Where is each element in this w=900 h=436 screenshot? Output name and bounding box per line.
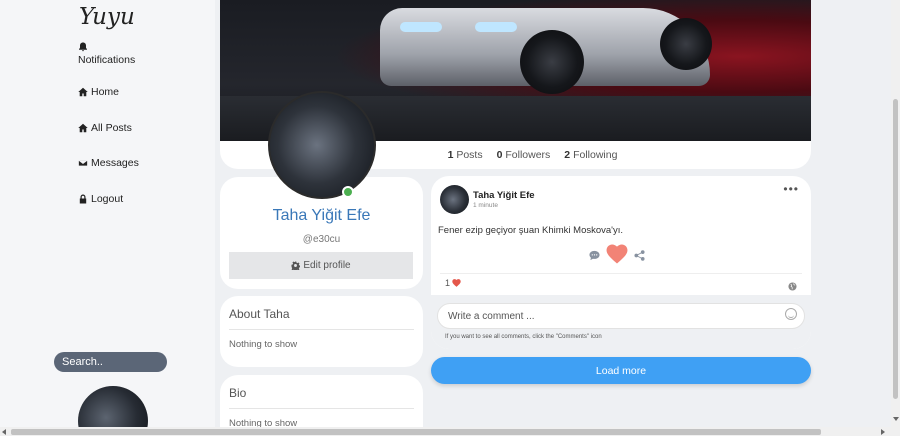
- divider: [229, 329, 414, 330]
- nav-all-posts[interactable]: All Posts: [78, 122, 132, 134]
- envelope-icon: [78, 159, 88, 167]
- scroll-right-arrow-icon[interactable]: [881, 429, 885, 435]
- profile-avatar[interactable]: [268, 91, 376, 199]
- post-author-avatar[interactable]: [440, 185, 469, 214]
- nav-notifications-label: Notifications: [78, 54, 136, 66]
- divider: [229, 408, 414, 409]
- globe-icon: [788, 278, 797, 296]
- like-count[interactable]: 1: [445, 278, 461, 288]
- post-author-name[interactable]: Taha Yiğit Efe: [473, 190, 535, 201]
- nav-home[interactable]: Home: [78, 86, 119, 98]
- profile-handle: @e30cu: [302, 234, 341, 245]
- scroll-down-arrow-icon[interactable]: [893, 417, 899, 421]
- about-body: Nothing to show: [229, 339, 298, 350]
- like-count-value: 1: [445, 278, 451, 288]
- stat-following[interactable]: 2 Following: [564, 149, 617, 161]
- heart-icon[interactable]: [606, 244, 628, 269]
- car-headlight: [475, 22, 517, 32]
- post-timestamp: 1 minute: [473, 202, 498, 209]
- share-icon[interactable]: [634, 248, 645, 266]
- stat-posts-count: 1: [447, 149, 454, 161]
- vertical-scrollbar[interactable]: [891, 0, 900, 427]
- comment-hint: If you want to see all comments, click t…: [445, 334, 602, 340]
- online-status-dot: [342, 186, 354, 198]
- edit-profile-button[interactable]: Edit profile: [229, 252, 413, 279]
- post-options-icon[interactable]: •••: [783, 183, 799, 195]
- stat-following-count: 2: [564, 149, 571, 161]
- load-more-button[interactable]: Load more: [431, 357, 811, 384]
- about-card: About Taha Nothing to show: [220, 296, 423, 367]
- brand-logo[interactable]: Yuyu: [79, 4, 135, 30]
- horizontal-scroll-thumb[interactable]: [11, 429, 821, 435]
- gear-icon: [291, 261, 301, 270]
- about-title: About Taha: [229, 307, 290, 321]
- stat-posts[interactable]: 1 Posts: [448, 149, 483, 161]
- post-card: Taha Yiğit Efe 1 minute ••• Fener ezip g…: [431, 176, 811, 349]
- nav-home-label: Home: [91, 86, 120, 98]
- post-actions: [589, 244, 645, 269]
- bio-card: Bio Nothing to show: [220, 375, 423, 435]
- search-input[interactable]: [54, 352, 167, 372]
- comment-icon[interactable]: [589, 248, 600, 266]
- car-headlight: [400, 22, 442, 32]
- scroll-left-arrow-icon[interactable]: [2, 429, 6, 435]
- car-wheel: [660, 18, 712, 70]
- stat-followers-label: Followers: [505, 149, 551, 161]
- stat-posts-label: Posts: [456, 149, 483, 161]
- nav-messages-label: Messages: [91, 157, 139, 169]
- post-text: Fener ezip geçiyor şuan Khimki Moskova'y…: [438, 225, 624, 236]
- stat-following-label: Following: [573, 149, 618, 161]
- stat-followers[interactable]: 0 Followers: [497, 149, 551, 161]
- profile-name: Taha Yiğit Efe: [272, 207, 371, 224]
- comment-input[interactable]: [437, 303, 805, 329]
- lock-icon: [79, 194, 87, 204]
- nav-logout-label: Logout: [91, 193, 124, 205]
- home-icon: [78, 87, 88, 97]
- nav-messages[interactable]: Messages: [78, 157, 139, 169]
- car-wheel: [520, 30, 584, 94]
- comment-area: If you want to see all comments, click t…: [431, 295, 811, 349]
- nav-logout[interactable]: Logout: [78, 193, 123, 205]
- divider: [440, 273, 802, 274]
- bio-title: Bio: [229, 386, 247, 400]
- vertical-scroll-thumb[interactable]: [893, 99, 898, 399]
- bell-icon: [79, 42, 87, 52]
- home-icon: [78, 123, 88, 133]
- sidebar: Yuyu Notifications Home All Posts Messag…: [0, 0, 215, 436]
- emoji-icon[interactable]: [785, 308, 797, 320]
- heart-small-icon: [452, 279, 461, 287]
- horizontal-scrollbar[interactable]: [0, 427, 900, 436]
- nav-notifications[interactable]: Notifications: [78, 42, 135, 66]
- nav-all-posts-label: All Posts: [91, 122, 132, 134]
- edit-profile-label: Edit profile: [303, 260, 351, 271]
- stat-followers-count: 0: [496, 149, 503, 161]
